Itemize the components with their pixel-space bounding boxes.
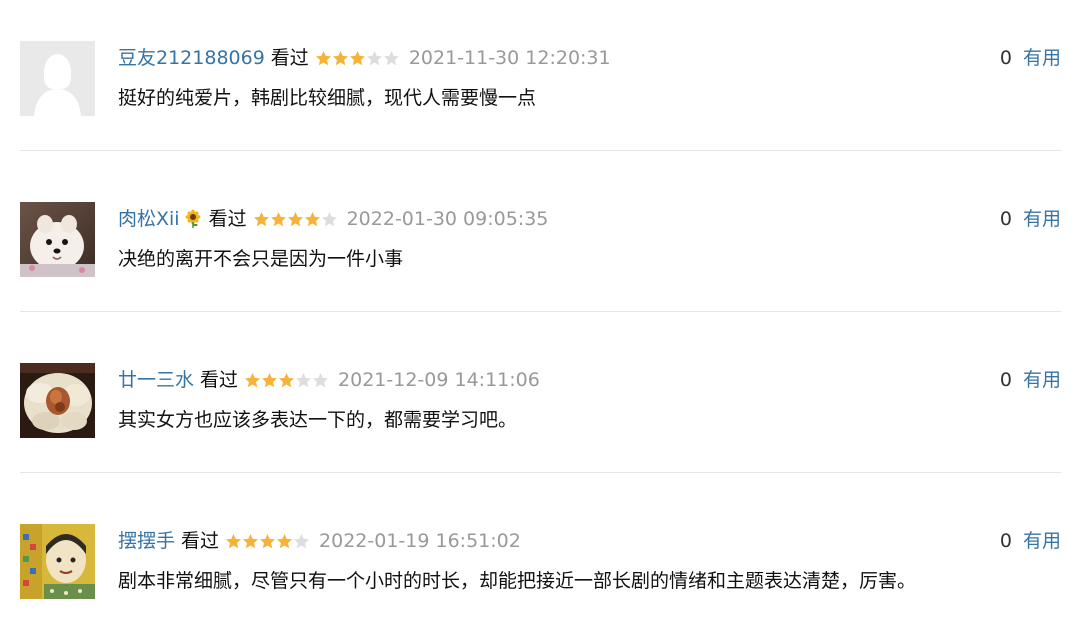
comment-timestamp: 2022-01-19 16:51:02 xyxy=(319,530,521,552)
vote-area: 0 有用 xyxy=(1000,366,1061,394)
vote-area: 0 有用 xyxy=(1000,527,1061,555)
star-empty-icon xyxy=(313,372,329,387)
cartoon-illustration-avatar[interactable] xyxy=(20,524,95,599)
star-filled-icon xyxy=(226,533,242,548)
comment-header: 摆摆手 看过 2022-01-19 16:51:02 xyxy=(118,527,521,555)
username-link[interactable]: 肉松Xii xyxy=(118,205,180,233)
comment-text: 决绝的离开不会只是因为一件小事 xyxy=(118,248,404,270)
rating-stars xyxy=(315,50,400,67)
rating-stars xyxy=(244,372,329,389)
watch-status: 看过 xyxy=(181,530,220,552)
comment-item: 摆摆手 看过 2022-01-19 16:51:02 剧本非常细腻，尽管只有一个… xyxy=(20,524,1061,644)
star-filled-icon xyxy=(287,211,303,226)
star-empty-icon xyxy=(366,50,382,65)
comment-timestamp: 2022-01-30 09:05:35 xyxy=(346,208,549,230)
comment-timestamp: 2021-11-30 12:20:31 xyxy=(408,47,611,69)
useful-button[interactable]: 有用 xyxy=(1023,47,1061,69)
star-filled-icon xyxy=(279,372,295,387)
divider xyxy=(20,150,1061,151)
watch-status: 看过 xyxy=(208,208,247,230)
comment-header: 廿一三水 看过 2021-12-09 14:11:06 xyxy=(118,366,540,394)
useful-button[interactable]: 有用 xyxy=(1023,369,1061,391)
watch-status: 看过 xyxy=(270,47,309,69)
comment-header: 豆友212188069 看过 2021-11-30 12:20:31 xyxy=(118,44,611,72)
vote-area: 0 有用 xyxy=(1000,205,1061,233)
comment-item: 豆友212188069 看过 2021-11-30 12:20:31 挺好的纯爱… xyxy=(20,41,1061,161)
star-empty-icon xyxy=(294,533,310,548)
comment-text: 剧本非常细腻，尽管只有一个小时的时长，却能把接近一部长剧的情绪和主题表达清楚，厉… xyxy=(118,570,917,592)
star-filled-icon xyxy=(260,533,276,548)
star-filled-icon xyxy=(253,211,269,226)
star-filled-icon xyxy=(332,50,348,65)
divider xyxy=(20,472,1061,473)
comment-item: 廿一三水 看过 2021-12-09 14:11:06 其实女方也应该多表达一下… xyxy=(20,363,1061,483)
username-link[interactable]: 摆摆手 xyxy=(118,527,175,555)
star-empty-icon xyxy=(296,372,312,387)
watch-status: 看过 xyxy=(200,369,239,391)
flower-photo-avatar[interactable] xyxy=(20,363,95,438)
star-filled-icon xyxy=(277,533,293,548)
comment-header: 肉松Xii 看过 2022-01-30 09:05:35 xyxy=(118,205,548,233)
star-empty-icon xyxy=(383,50,399,65)
vote-count: 0 xyxy=(999,530,1012,552)
comment-item: 肉松Xii 看过 2022-01-30 09:05:35 决绝的离开不会只是因为… xyxy=(20,202,1061,322)
vote-count: 0 xyxy=(999,47,1012,69)
vote-area: 0 有用 xyxy=(1000,44,1061,72)
vote-count: 0 xyxy=(999,208,1012,230)
divider xyxy=(20,311,1061,312)
star-filled-icon xyxy=(270,211,286,226)
star-filled-icon xyxy=(243,533,259,548)
star-filled-icon xyxy=(315,50,331,65)
star-empty-icon xyxy=(321,211,337,226)
star-filled-icon xyxy=(349,50,365,65)
username-link[interactable]: 豆友212188069 xyxy=(118,44,265,72)
comment-text: 挺好的纯爱片，韩剧比较细腻，现代人需要慢一点 xyxy=(118,87,537,109)
comment-timestamp: 2021-12-09 14:11:06 xyxy=(338,369,540,391)
star-filled-icon xyxy=(262,372,278,387)
sunflower-icon xyxy=(183,209,203,229)
comment-text: 其实女方也应该多表达一下的，都需要学习吧。 xyxy=(118,409,518,431)
useful-button[interactable]: 有用 xyxy=(1023,208,1061,230)
star-filled-icon xyxy=(304,211,320,226)
username-link[interactable]: 廿一三水 xyxy=(118,366,194,394)
rating-stars xyxy=(253,211,338,228)
default-avatar-icon[interactable] xyxy=(20,41,95,116)
star-filled-icon xyxy=(245,372,261,387)
useful-button[interactable]: 有用 xyxy=(1023,530,1061,552)
pomeranian-dog-avatar[interactable] xyxy=(20,202,95,277)
rating-stars xyxy=(225,533,310,550)
vote-count: 0 xyxy=(999,369,1012,391)
